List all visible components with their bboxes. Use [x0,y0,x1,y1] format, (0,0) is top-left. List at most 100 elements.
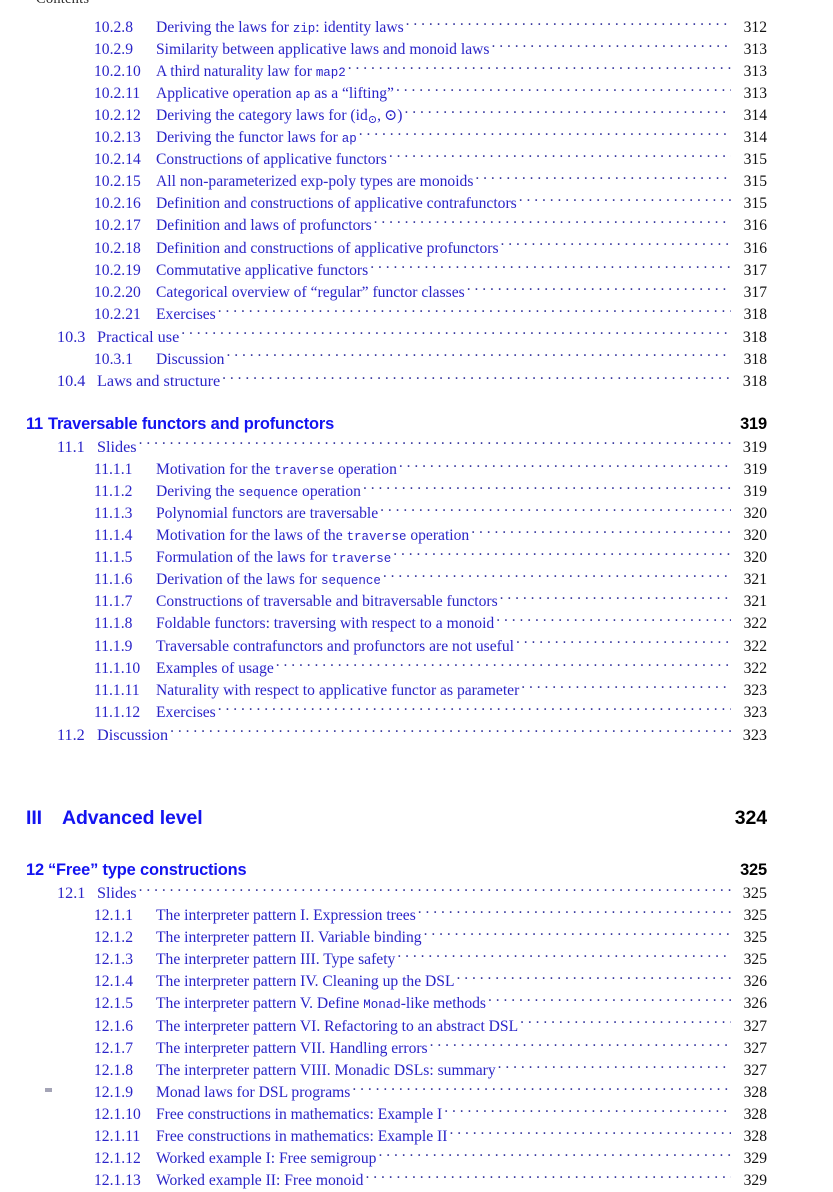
toc-entry-12-1-1[interactable]: 12.1.1 The interpreter pattern I. Express… [0,905,833,927]
toc-entry-10-2-11[interactable]: 10.2.11 Applicative operation ap as a “li… [0,82,833,104]
toc-entry-10-2-16[interactable]: 10.2.16 Definition and constructions of a… [0,193,833,215]
toc-entry-12-1[interactable]: 12.1 Slides 325 [0,882,833,905]
toc-entry-10-2-21[interactable]: 10.2.21 Exercises 318 [0,303,833,325]
toc-entry-page-number: 318 [742,372,767,391]
toc-entry-title: “Free” type constructions [48,860,247,879]
toc-entry-12-1-6[interactable]: 12.1.6 The interpreter pattern VI. Refact… [0,1015,833,1037]
toc-entry-title: Definition and constructions of applicat… [156,195,517,213]
toc-entry-11-2[interactable]: 11.2 Discussion 323 [0,723,833,746]
toc-dot-leader [348,60,731,76]
toc-entry-number: 11.1.11 [94,681,140,699]
toc-entry-page-number: 323 [743,681,767,699]
toc-entry-number: 10.2.14 [94,151,141,169]
toc-entry-10-2-13[interactable]: 10.2.13 Deriving the functor laws for ap 3… [0,126,833,148]
toc-dot-leader [170,723,731,739]
toc-entry-title: Exercises [156,703,216,721]
toc-entry-11-1-10[interactable]: 11.1.10 Examples of usage 322 [0,657,833,679]
toc-entry-title: The interpreter pattern VIII. Monadic DS… [156,1061,496,1079]
toc-entry-number: III [26,806,42,829]
toc-entry-title: A third naturality law for map2 [156,62,346,80]
toc-dot-leader [363,480,731,496]
toc-entry-page-number: 316 [743,217,767,235]
toc-entry-number: 11.1.1 [94,460,133,478]
toc-entry-11-1-4[interactable]: 11.1.4 Motivation for the laws of the tra… [0,524,833,546]
toc-dot-leader [488,993,731,1009]
toc-entry-title: Slides [97,437,137,456]
toc-entry-number: 11.1.10 [94,659,141,677]
toc-entry-title: Polynomial functors are traversable [156,504,379,522]
page-folio-artifact [45,1088,52,1092]
toc-entry-12-1-12[interactable]: 12.1.12 Worked example I: Free semigroup 3… [0,1148,833,1170]
toc-entry-11[interactable]: 11 Traversable functors and profunctors 31… [0,412,833,436]
toc-entry-number: 10.2.15 [94,173,141,191]
toc-dot-leader [181,325,731,341]
toc-entry-10-2-17[interactable]: 10.2.17 Definition and laws of profunctor… [0,215,833,237]
toc-spacer [0,832,833,858]
toc-entry-11-1-8[interactable]: 11.1.8 Foldable functors: traversing with… [0,613,833,635]
toc-entry-title: Exercises [156,305,216,323]
toc-entry-11-1[interactable]: 11.1 Slides 319 [0,436,833,459]
toc-entry-number: 10.2.18 [94,239,141,257]
toc-entry-11-1-9[interactable]: 11.1.9 Traversable contrafunctors and pro… [0,635,833,657]
toc-entry-III[interactable]: III Advanced level 324 [0,804,833,832]
toc-entry-title: Derivation of the laws for sequence [156,571,381,589]
toc-entry-12-1-13[interactable]: 12.1.13 Worked example II: Free monoid 329 [0,1170,833,1192]
toc-entry-10-2-8[interactable]: 10.2.8 Deriving the laws for zip: identit… [0,16,833,38]
toc-entry-title: Naturality with respect to applicative f… [156,681,520,699]
toc-dot-leader [516,635,731,651]
toc-entry-number: 10.2.19 [94,261,141,279]
toc-entry-11-1-6[interactable]: 11.1.6 Derivation of the laws for sequenc… [0,569,833,591]
toc-entry-12-1-10[interactable]: 12.1.10 Free constructions in mathematics… [0,1103,833,1125]
toc-entry-10-2-15[interactable]: 10.2.15 All non-parameterized exp-poly ty… [0,171,833,193]
toc-entry-12-1-9[interactable]: 12.1.9 Monad laws for DSL programs 328 [0,1081,833,1103]
toc-entry-10-2-9[interactable]: 10.2.9 Similarity between applicative law… [0,38,833,60]
toc-entry-10-2-12[interactable]: 10.2.12 Deriving the category laws for (i… [0,104,833,126]
toc-entry-10-2-18[interactable]: 10.2.18 Definition and constructions of a… [0,237,833,259]
toc-entry-page-number: 325 [743,907,767,925]
toc-entry-page-number: 322 [743,615,767,633]
toc-entry-title: Laws and structure [97,372,221,391]
toc-entry-12-1-2[interactable]: 12.1.2 The interpreter pattern II. Variab… [0,927,833,949]
toc-entry-title: Advanced level [62,806,203,829]
toc-entry-11-1-11[interactable]: 11.1.11 Naturality with respect to applic… [0,679,833,701]
toc-entry-10-2-20[interactable]: 10.2.20 Categorical overview of “regular”… [0,281,833,303]
toc-entry-page-number: 319 [743,482,767,500]
toc-dot-leader [457,971,731,987]
toc-dot-leader [424,927,731,943]
toc-entry-number: 11.1.6 [94,571,133,589]
toc-entry-11-1-3[interactable]: 11.1.3 Polynomial functors are traversabl… [0,502,833,524]
toc-entry-10-3[interactable]: 10.3 Practical use 318 [0,325,833,348]
toc-entry-10-2-19[interactable]: 10.2.19 Commutative applicative functors 3… [0,259,833,281]
toc-entry-12-1-8[interactable]: 12.1.8 The interpreter pattern VIII. Mona… [0,1059,833,1081]
toc-entry-title: The interpreter pattern V. Define Monad-… [156,995,487,1013]
toc-entry-10-3-1[interactable]: 10.3.1 Discussion 318 [0,348,833,370]
toc-dot-leader [397,949,731,965]
toc-entry-11-1-1[interactable]: 11.1.1 Motivation for the traverse operat… [0,458,833,480]
toc-dot-leader [399,458,731,474]
toc-entry-page-number: 320 [743,549,767,567]
toc-dot-leader [475,171,731,187]
toc-entry-page-number: 325 [740,860,767,879]
toc-entry-12-1-5[interactable]: 12.1.5 The interpreter pattern V. Define … [0,993,833,1015]
toc-entry-page-number: 321 [743,571,767,589]
toc-entry-title: Constructions of applicative functors [156,151,387,169]
toc-entry-page-number: 313 [743,40,767,58]
toc-entry-11-1-12[interactable]: 11.1.12 Exercises 323 [0,701,833,723]
toc-entry-10-2-10[interactable]: 10.2.10 A third naturality law for map2 31… [0,60,833,82]
toc-entry-11-1-7[interactable]: 11.1.7 Constructions of traversable and b… [0,591,833,613]
toc-entry-10-2-14[interactable]: 10.2.14 Constructions of applicative func… [0,149,833,171]
toc-entry-11-1-2[interactable]: 11.1.2 Deriving the sequence operation 319 [0,480,833,502]
toc-entry-number: 10.2.10 [94,62,141,80]
toc-entry-page-number: 323 [743,703,767,721]
toc-entry-10-4[interactable]: 10.4 Laws and structure 318 [0,370,833,393]
toc-entry-page-number: 316 [743,239,767,257]
toc-entry-12-1-3[interactable]: 12.1.3 The interpreter pattern III. Type … [0,949,833,971]
toc-entry-12-1-11[interactable]: 12.1.11 Free constructions in mathematics… [0,1125,833,1147]
toc-entry-12[interactable]: 12 “Free” type constructions 325 [0,858,833,882]
toc-entry-number: 11.1.3 [94,504,133,522]
toc-dot-leader [471,524,731,540]
toc-entry-12-1-4[interactable]: 12.1.4 The interpreter pattern IV. Cleani… [0,971,833,993]
toc-entry-12-1-7[interactable]: 12.1.7 The interpreter pattern VII. Handl… [0,1037,833,1059]
toc-entry-11-1-5[interactable]: 11.1.5 Formulation of the laws for traver… [0,547,833,569]
toc-dot-leader [393,547,731,563]
